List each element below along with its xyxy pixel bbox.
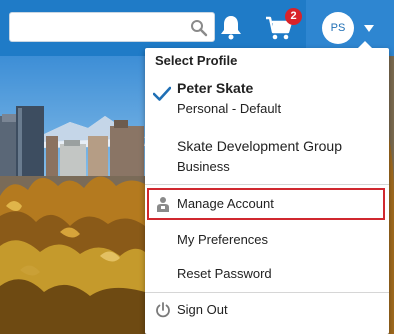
profile-subtitle: Business bbox=[177, 159, 230, 174]
menu-item-label: Manage Account bbox=[177, 196, 274, 211]
cart-button[interactable]: 2 bbox=[265, 8, 302, 44]
chevron-down-icon[interactable] bbox=[364, 25, 374, 32]
bell-icon[interactable] bbox=[219, 14, 243, 40]
dropdown-pointer bbox=[357, 41, 373, 49]
search-icon[interactable] bbox=[190, 19, 208, 37]
profile-option-personal[interactable]: Peter Skate Personal - Default bbox=[145, 76, 389, 124]
my-preferences-menu-item[interactable]: My Preferences bbox=[147, 224, 385, 256]
person-icon bbox=[157, 197, 169, 212]
reset-password-menu-item[interactable]: Reset Password bbox=[147, 258, 385, 290]
sign-out-menu-item[interactable]: Sign Out bbox=[147, 294, 385, 326]
menu-item-label: My Preferences bbox=[177, 232, 269, 247]
profile-dropdown-menu: Select Profile Peter Skate Personal - De… bbox=[145, 41, 389, 334]
search-box[interactable] bbox=[9, 12, 215, 42]
checkmark-icon bbox=[153, 86, 171, 101]
profile-subtitle: Personal - Default bbox=[177, 101, 282, 116]
avatar[interactable]: PS bbox=[322, 12, 354, 44]
menu-item-label: Sign Out bbox=[177, 302, 228, 317]
cart-count-badge: 2 bbox=[285, 8, 302, 25]
menu-divider bbox=[145, 292, 389, 293]
power-icon bbox=[156, 302, 170, 318]
manage-account-menu-item[interactable]: Manage Account bbox=[147, 188, 385, 220]
select-profile-heading: Select Profile bbox=[155, 53, 238, 68]
profile-option-business[interactable]: Skate Development Group Business bbox=[145, 134, 389, 180]
menu-divider bbox=[145, 184, 389, 185]
profile-name: Peter Skate bbox=[177, 80, 254, 96]
menu-item-label: Reset Password bbox=[177, 266, 272, 281]
profile-name: Skate Development Group bbox=[177, 138, 342, 154]
search-input[interactable] bbox=[10, 13, 196, 41]
